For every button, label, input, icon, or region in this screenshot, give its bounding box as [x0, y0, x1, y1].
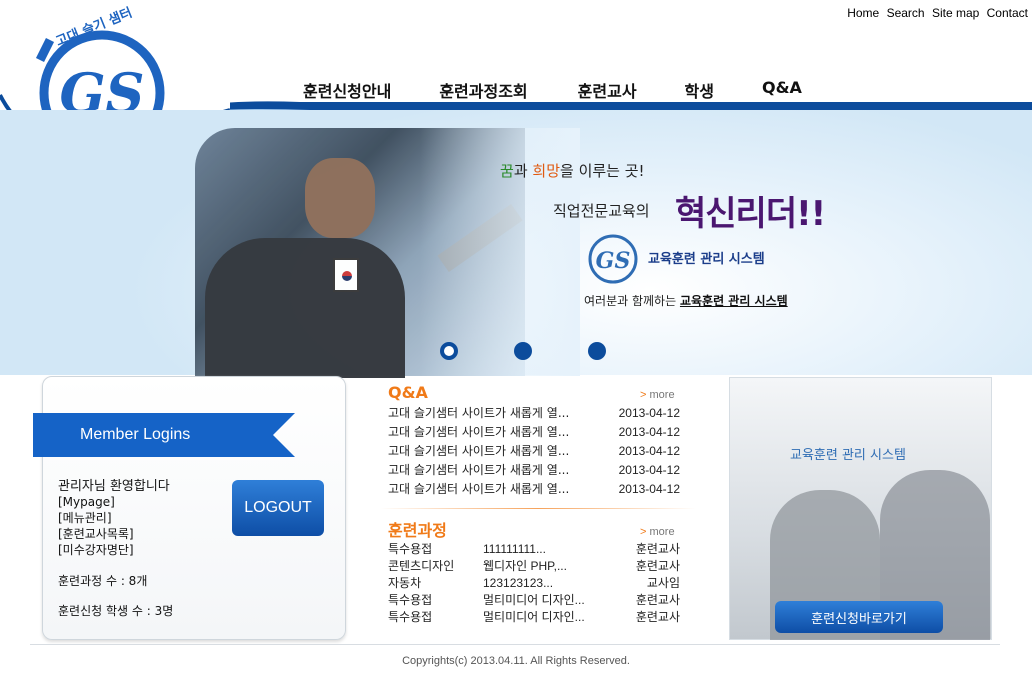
qa-item[interactable]: 고대 슬기샘터 사이트가 새롭게 열... 2013-04-12 — [388, 404, 680, 423]
nav-training-apply-guide[interactable]: 훈련신청안내 — [303, 78, 391, 102]
menu-admin-link[interactable]: [메뉴관리] — [58, 510, 134, 526]
hero-headline: 혁신리더!! — [675, 194, 826, 234]
login-title: Member Logins — [80, 426, 191, 443]
non-attendee-list-link[interactable]: [미수강자명단] — [58, 542, 134, 558]
course-item[interactable]: 콘텐츠디자인 웹디자인 PHP,... 훈련교사 — [388, 558, 680, 575]
slide-dot-1[interactable] — [440, 342, 458, 360]
qa-item[interactable]: 고대 슬기샘터 사이트가 새롭게 열... 2013-04-12 — [388, 461, 680, 480]
course-list: 특수용접 111111111... 훈련교사 콘텐츠디자인 웹디자인 PHP,... 훈… — [388, 541, 680, 626]
qa-item[interactable]: 고대 슬기샘터 사이트가 새롭게 열... 2013-04-12 — [388, 480, 680, 499]
slide-dot-3[interactable] — [588, 342, 606, 360]
nav-course-search[interactable]: 훈련과정조회 — [439, 78, 527, 102]
slide-dot-2[interactable] — [514, 342, 532, 360]
footer-divider — [30, 644, 1000, 645]
teacher-list-link[interactable]: [훈련교사목록] — [58, 526, 134, 542]
svg-text:GS: GS — [596, 248, 631, 274]
course-item[interactable]: 특수용접 멀티미디어 디자인... 훈련교사 — [388, 592, 680, 609]
site-map-link[interactable]: Site map — [932, 6, 979, 20]
slide-indicators — [440, 342, 662, 360]
copyright: Copyrights(c) 2013.04.11. All Rights Res… — [402, 655, 630, 667]
promo-title: 교육훈련 관리 시스템 — [790, 448, 906, 463]
welcome-text: 관리자님 환영합니다 — [58, 479, 170, 494]
hero-banner: 꿈과 희망을 이루는 곳! 직업전문교육의 혁신리더!! GS 교육훈련 관리 … — [0, 110, 1032, 378]
hero-tagline-2: 직업전문교육의 — [553, 202, 650, 220]
qa-more-link[interactable]: > more — [640, 389, 675, 401]
qa-item[interactable]: 고대 슬기샘터 사이트가 새롭게 열... 2013-04-12 — [388, 442, 680, 461]
qa-section-title: Q&A — [388, 383, 428, 402]
mypage-link[interactable]: [Mypage] — [58, 494, 134, 510]
hero-logo-icon: GS — [588, 234, 638, 284]
search-link[interactable]: Search — [887, 6, 925, 20]
courses-section-title: 훈련과정 — [388, 521, 447, 540]
course-item[interactable]: 특수용접 멀티미디어 디자인... 훈련교사 — [388, 609, 680, 626]
courses-more-link[interactable]: > more — [640, 526, 675, 538]
hero-tagline-3: 여러분과 함께하는 교육훈련 관리 시스템 — [584, 294, 788, 308]
flag-patch-icon — [333, 258, 359, 292]
qa-list: 고대 슬기샘터 사이트가 새롭게 열... 2013-04-12 고대 슬기샘터 … — [388, 404, 680, 499]
main-nav: 훈련신청안내 훈련과정조회 훈련교사 학생 Q&A — [300, 78, 802, 102]
hero-system-link[interactable]: 교육훈련 관리 시스템 — [680, 294, 788, 308]
section-divider — [380, 508, 696, 509]
home-link[interactable]: Home — [847, 6, 879, 20]
student-count: 훈련신청 학생 수 : 3명 — [58, 604, 174, 618]
course-item[interactable]: 특수용접 111111111... 훈련교사 — [388, 541, 680, 558]
admin-links: [Mypage] [메뉴관리] [훈련교사목록] [미수강자명단] — [58, 494, 134, 558]
hero-system-name: 교육훈련 관리 시스템 — [648, 252, 765, 267]
course-count: 훈련과정 수 : 8개 — [58, 574, 148, 588]
qa-item[interactable]: 고대 슬기샘터 사이트가 새롭게 열... 2013-04-12 — [388, 423, 680, 442]
nav-students[interactable]: 학생 — [685, 78, 714, 102]
nav-qa[interactable]: Q&A — [762, 78, 802, 102]
course-item[interactable]: 자동차 123123123... 교사임 — [388, 575, 680, 592]
contact-link[interactable]: Contact — [987, 6, 1028, 20]
top-links: Home Search Site map Contact — [843, 6, 1028, 20]
nav-teachers[interactable]: 훈련교사 — [578, 78, 637, 102]
apply-training-button[interactable]: 훈련신청바로가기 — [775, 601, 943, 633]
hero-tagline-1: 꿈과 희망을 이루는 곳! — [500, 162, 645, 180]
logout-button[interactable]: LOGOUT — [232, 480, 324, 536]
